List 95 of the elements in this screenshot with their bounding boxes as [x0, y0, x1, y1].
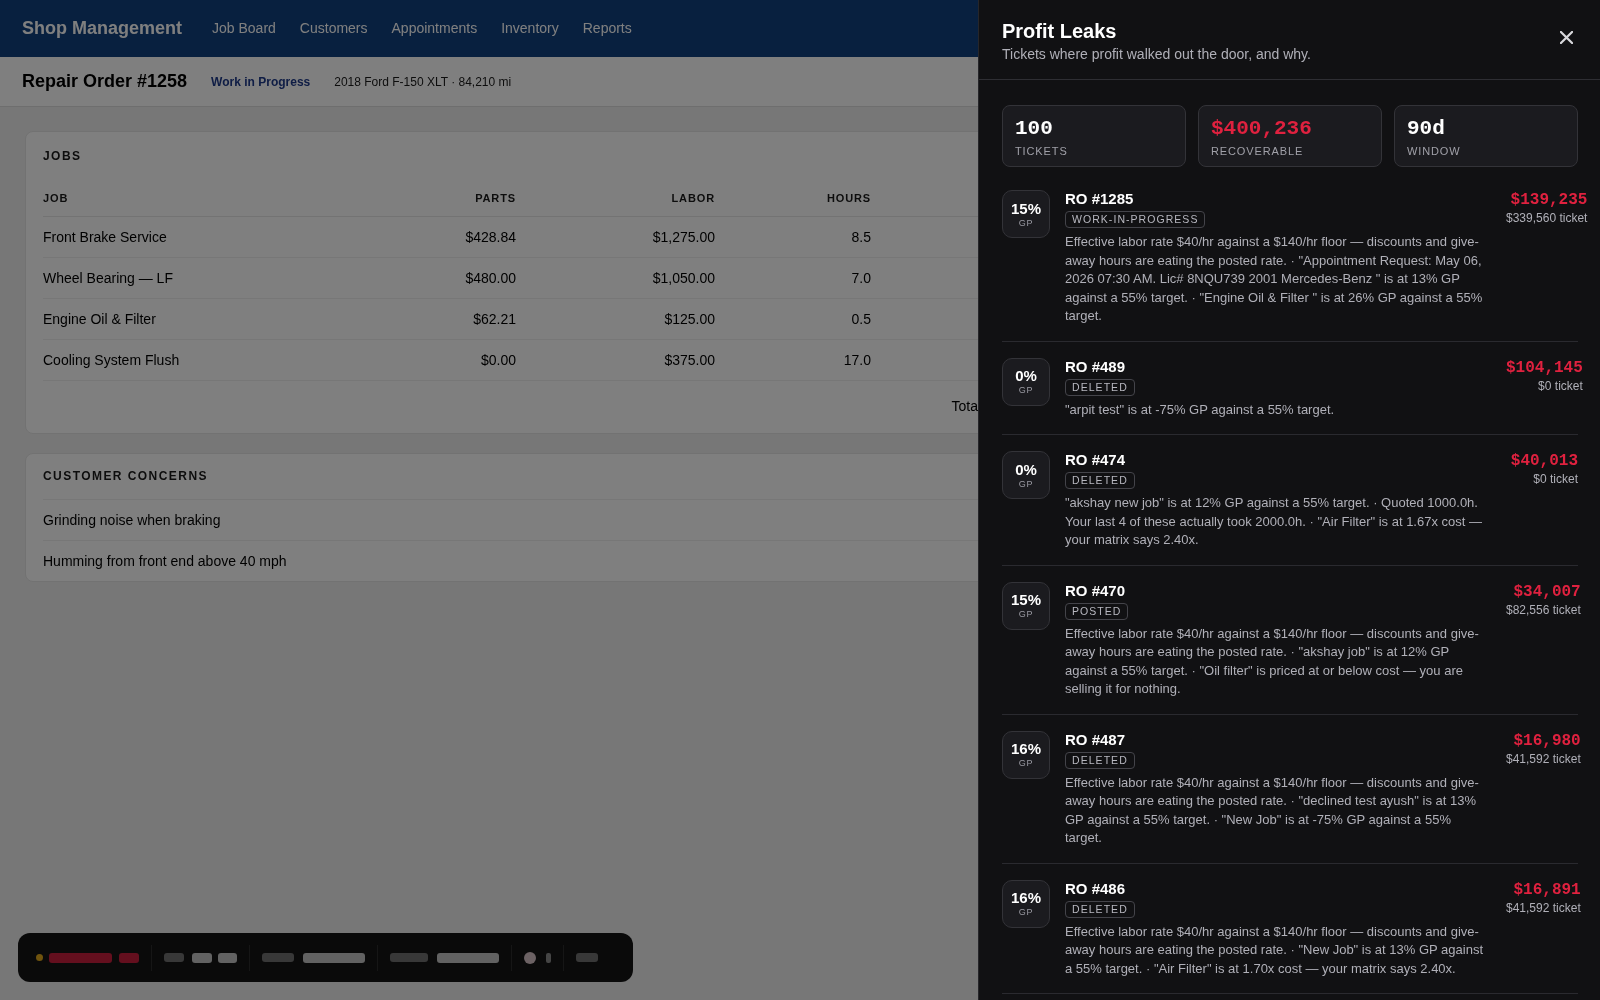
stat-label: WINDOW [1407, 144, 1462, 158]
table-cell-text: Engine Oil & Filter [43, 309, 157, 329]
concern-text: Humming from front end above 40 mph [43, 551, 287, 571]
ticket-total: $82,556 ticket [1506, 601, 1581, 618]
text-placeholder [262, 953, 294, 962]
status-badge: WORK-IN-PROGRESS [1065, 211, 1206, 228]
stat-value: 90d [1407, 116, 1446, 142]
panel-subtitle: Tickets where profit walked out the door, and why. [1002, 45, 1311, 64]
ticket-total: $41,592 ticket [1506, 899, 1581, 916]
round-icon [524, 951, 536, 964]
leak-amount: $40,013 [1510, 451, 1578, 471]
close-icon [1559, 30, 1573, 44]
column-header: PARTS [474, 191, 516, 207]
stat-label: TICKETS [1015, 144, 1069, 158]
nav-link[interactable]: Job Board [212, 18, 276, 39]
order-status: Work in Progress [211, 73, 311, 91]
gp-label: GP [1018, 758, 1034, 769]
nav-link[interactable]: Appointments [391, 18, 478, 39]
ticket-title[interactable]: RO #1285 [1065, 190, 1134, 208]
table-cell-text: 7.0 [850, 268, 871, 288]
table-cell-text: $1,050.00 [651, 268, 715, 288]
ticket-title[interactable]: RO #489 [1065, 357, 1126, 376]
gp-label: GP [1018, 217, 1034, 229]
gp-label: GP [1018, 478, 1034, 490]
leak-description: "akshay new job" is at 12% GP against a 55% target. · Quoted 1000.0h. Your last 4 of these actually took 2000.0h. · "Air Filter" is at 1.67x cost — your matrix says 2.40x. [1065, 494, 1483, 549]
leak-amount: $16,980 [1513, 730, 1581, 751]
leak-amount: $16,891 [1513, 879, 1581, 900]
table-cell-text: 17.0 [842, 350, 871, 370]
text-placeholder [437, 952, 499, 963]
table-cell-text: $125.00 [663, 309, 715, 329]
table-cell-text: $375.00 [663, 350, 715, 370]
ticket-total: $0 ticket [1538, 377, 1583, 394]
nav-link[interactable]: Inventory [501, 18, 559, 39]
table-cell-text: Cooling System Flush [43, 350, 181, 370]
gp-value: 0% [1015, 367, 1037, 385]
text-placeholder [546, 952, 551, 963]
table-cell-text: 8.5 [850, 227, 871, 247]
text-placeholder [390, 953, 428, 962]
leak-description: "arpit test" is at -75% GP against a 55% target. [1065, 400, 1335, 419]
leak-description: Effective labor rate $40/hr against a $140/hr floor — discounts and give-away hours are eating the posted rate. · "Appointment Request: May 06, 2026 07:30 AM. Lic# 8NQU739 2001 Mercedes-Benz " is at 13% GP against a 55% target. · "Engine Oil & Filter " is at 26% GP against a 55% target. [1065, 233, 1484, 325]
ticket-title[interactable]: RO #487 [1065, 730, 1126, 749]
gp-label: GP [1018, 907, 1034, 918]
gp-label: GP [1018, 385, 1034, 396]
text-placeholder [303, 952, 365, 963]
table-cell-text: 0.5 [850, 309, 871, 329]
table-cell-text: $0.00 [479, 350, 516, 370]
leak-amount: $104,145 [1506, 357, 1583, 378]
leak-description: Effective labor rate $40/hr against a $140/hr floor — discounts and give-away hours are eating the posted rate. · "New Job" is at 13% GP against a 55% target. · "Air Filter" is at 1.70x cost — your matrix says 2.40x. [1065, 922, 1484, 978]
column-header: JOB [43, 191, 70, 207]
gp-value: 0% [1015, 460, 1037, 479]
gp-value: 15% [1011, 591, 1041, 609]
stat-label: RECOVERABLE [1211, 144, 1305, 158]
brand-name: Shop Management [22, 17, 182, 40]
leak-description: Effective labor rate $40/hr against a $140/hr floor — discounts and give-away hours are eating the posted rate. · "akshay job" is at 12% GP against a 55% target. · "Oil filter" is priced at or below cost — you are selling it for nothing. [1065, 624, 1480, 698]
stat-value: 100 [1015, 116, 1054, 142]
text-placeholder [164, 953, 184, 962]
panel-title: Profit Leaks [1002, 19, 1118, 44]
gp-label: GP [1018, 609, 1034, 620]
text-placeholder [218, 952, 237, 963]
nav-link[interactable]: Customers [299, 18, 368, 39]
table-cell-text: $428.84 [464, 227, 516, 247]
table-cell-text: $480.00 [464, 268, 516, 288]
total-label: Tota [951, 396, 978, 416]
status-badge: DELETED [1065, 751, 1135, 769]
leak-amount: $139,235 [1510, 190, 1588, 210]
concern-text: Grinding noise when braking [43, 510, 221, 530]
table-cell-text: Wheel Bearing — LF [43, 268, 174, 288]
leak-amount: $34,007 [1513, 581, 1581, 602]
text-placeholder [576, 953, 598, 962]
table-cell-text: Front Brake Service [43, 227, 168, 247]
nav-link[interactable]: Reports [582, 18, 632, 39]
stat-value: $400,236 [1211, 116, 1313, 142]
gp-value: 16% [1011, 889, 1041, 907]
leak-description: Effective labor rate $40/hr against a $140/hr floor — discounts and give-away hours are eating the posted rate. · "declined test ayush" is at 13% GP against a 55% target. · "New Job" is at -75% GP against a 55% target. [1065, 773, 1480, 847]
status-badge: POSTED [1065, 602, 1129, 620]
ticket-total: $0 ticket [1533, 471, 1578, 487]
column-header: LABOR [670, 191, 715, 207]
gp-value: 16% [1011, 740, 1041, 758]
text-placeholder [192, 952, 212, 963]
order-title: Repair Order #1258 [22, 70, 188, 93]
text-placeholder [119, 952, 139, 963]
ticket-title[interactable]: RO #486 [1065, 879, 1126, 898]
status-badge: DELETED [1065, 378, 1135, 396]
vehicle-info: 2018 Ford F-150 XLT · 84,210 mi [334, 73, 512, 91]
table-cell-text: $1,275.00 [651, 227, 715, 247]
ticket-title[interactable]: RO #474 [1065, 451, 1126, 469]
gp-value: 15% [1011, 199, 1041, 218]
ticket-total: $339,560 ticket [1506, 210, 1588, 226]
status-badge: DELETED [1065, 900, 1135, 918]
table-cell-text: $62.21 [472, 309, 516, 329]
status-badge: DELETED [1065, 472, 1135, 489]
ticket-title[interactable]: RO #470 [1065, 581, 1126, 600]
ticket-total: $41,592 ticket [1506, 750, 1581, 767]
column-header: HOURS [825, 191, 871, 207]
text-placeholder [49, 952, 112, 963]
